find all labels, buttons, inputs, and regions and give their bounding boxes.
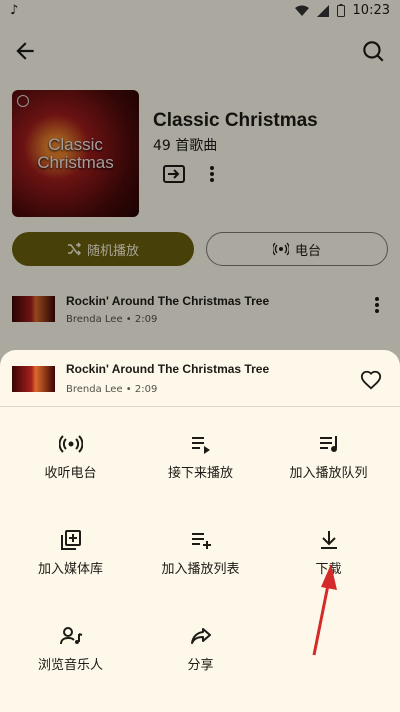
action-label: 加入播放队列 [289,466,368,481]
add-to-queue-icon [319,436,337,452]
share-icon [190,628,211,644]
sheet-track-title: Rockin' Around The Christmas Tree [66,362,270,376]
action-label: 分享 [187,658,214,673]
artist-icon [59,627,82,645]
action-add-to-library[interactable]: 加入媒体库 [4,518,137,598]
track-thumbnail [12,366,55,392]
action-add-to-playlist[interactable]: 加入播放列表 [134,518,267,598]
add-to-library-icon [60,530,81,550]
action-add-to-queue[interactable]: 加入播放队列 [262,422,395,502]
action-browse-artist[interactable]: 浏览音乐人 [4,614,137,694]
divider [0,406,400,407]
radio-icon [58,435,83,453]
action-share[interactable]: 分享 [134,614,267,694]
heart-icon[interactable] [360,369,382,391]
action-start-radio[interactable]: 收听电台 [4,422,137,502]
action-label: 加入播放列表 [161,562,240,577]
action-label: 加入媒体库 [37,562,103,577]
action-label: 接下来播放 [167,466,233,481]
play-next-icon [191,437,210,454]
action-label: 收听电台 [44,466,97,481]
add-to-playlist-icon [191,533,211,549]
sheet-track-subtitle: Brenda Lee • 2:09 [66,384,158,395]
download-icon [320,531,337,549]
sheet-track-header: Rockin' Around The Christmas Tree Brenda… [0,350,400,406]
action-download[interactable]: 下载 [262,518,395,598]
action-label: 下载 [315,562,342,577]
action-play-next[interactable]: 接下来播放 [134,422,267,502]
bottom-sheet: Rockin' Around The Christmas Tree Brenda… [0,350,400,712]
action-label: 浏览音乐人 [37,658,103,673]
